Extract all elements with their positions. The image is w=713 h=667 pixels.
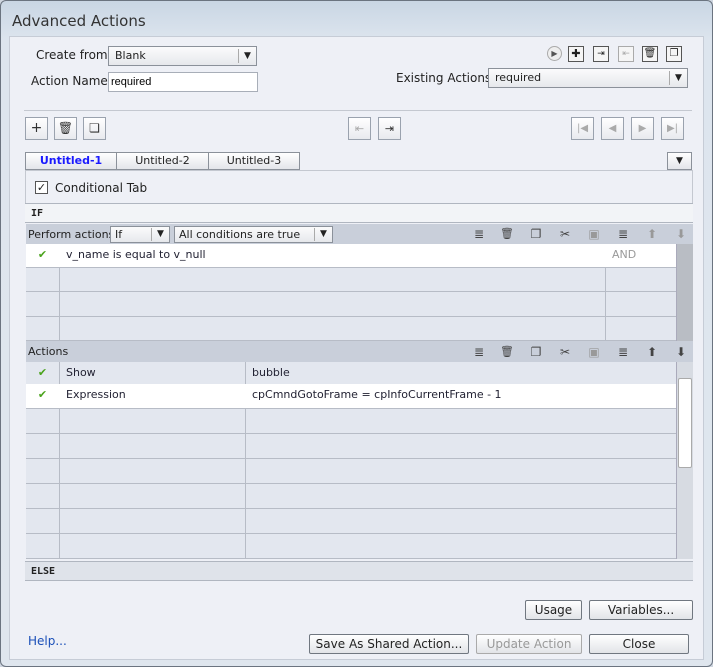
action-name-label: Action Name: [31, 74, 112, 88]
create-from-select[interactable]: Blank ▼ [108, 46, 257, 66]
variables-button[interactable]: Variables... [589, 600, 693, 620]
help-link[interactable]: Help... [28, 634, 67, 648]
update-action-button[interactable]: Update Action [476, 634, 582, 654]
export-action-icon[interactable]: ⇤ [618, 46, 634, 62]
insert-after-icon[interactable]: ≣ [614, 225, 632, 243]
create-from-value: Blank [115, 49, 146, 62]
next-tab-button[interactable]: ▶ [631, 117, 654, 140]
action-name-cell[interactable]: Show [59, 362, 246, 385]
action-name-input[interactable] [108, 72, 258, 92]
prev-tab-button[interactable]: ◀ [601, 117, 624, 140]
import-tab-button[interactable]: ⇥ [378, 117, 401, 140]
delete-condition-icon[interactable]: 🗑 [498, 225, 516, 243]
chevron-down-icon: ▼ [151, 228, 169, 241]
window-title: Advanced Actions [12, 12, 146, 30]
chevron-down-icon: ▼ [238, 49, 256, 63]
insert-action-after-icon[interactable]: ≣ [614, 343, 632, 361]
tabs-menu-button[interactable]: ▼ [667, 152, 692, 170]
conditional-tab-label: Conditional Tab [55, 181, 148, 195]
export-tab-button[interactable]: ⇤ [348, 117, 371, 140]
import-action-icon[interactable]: ⇥ [593, 46, 609, 62]
else-section-header[interactable]: ELSE [25, 561, 693, 581]
separator [24, 110, 692, 111]
actions-scrollbar[interactable] [676, 362, 693, 559]
insert-action-icon[interactable]: ≣ [470, 343, 488, 361]
last-tab-button[interactable]: ▶| [661, 117, 684, 140]
first-tab-button[interactable]: |◀ [571, 117, 594, 140]
perform-actions-label: Perform actions: [28, 228, 118, 241]
action-target-cell[interactable]: bubble [245, 362, 676, 385]
add-tab-button[interactable]: + [25, 117, 48, 140]
move-down-icon[interactable]: ⬇ [672, 225, 690, 243]
chevron-down-icon: ▼ [314, 228, 332, 241]
cut-action-icon[interactable]: ✂ [556, 343, 574, 361]
actions-label: Actions [28, 345, 69, 358]
scrollbar-thumb[interactable] [678, 378, 692, 468]
copy-condition-icon[interactable]: ❐ [527, 225, 545, 243]
condition-operator[interactable]: AND [605, 244, 676, 268]
close-button[interactable]: Close [589, 634, 689, 654]
insert-condition-icon[interactable]: ≣ [470, 225, 488, 243]
paste-condition-icon[interactable]: ▣ [585, 225, 603, 243]
condition-type-select[interactable]: All conditions are true ▼ [174, 226, 333, 243]
check-icon: ✔ [26, 244, 60, 268]
condition-type-value: All conditions are true [179, 228, 301, 241]
check-icon: ✔ [26, 362, 60, 385]
move-action-down-icon[interactable]: ⬇ [672, 343, 690, 361]
delete-action-row-icon[interactable]: 🗑 [498, 343, 516, 361]
if-mode-value: If [115, 228, 123, 241]
save-as-shared-action-button[interactable]: Save As Shared Action... [309, 634, 469, 654]
condition-row[interactable]: v_name is equal to v_null [59, 244, 606, 268]
check-icon: ✔ [26, 384, 60, 409]
existing-actions-label: Existing Actions: [396, 71, 496, 85]
action-target-cell[interactable]: cpCmndGotoFrame = cpInfoCurrentFrame - 1 [245, 384, 676, 409]
usage-button[interactable]: Usage [525, 600, 582, 620]
tab-untitled-2[interactable]: Untitled-2 [116, 152, 209, 170]
delete-action-icon[interactable]: 🗑 [642, 46, 658, 62]
add-action-icon[interactable]: ✚ [568, 46, 584, 62]
move-action-up-icon[interactable]: ⬆ [643, 343, 661, 361]
tab-untitled-1[interactable]: Untitled-1 [25, 152, 117, 170]
create-from-label: Create from: [36, 48, 112, 62]
preview-play-icon[interactable]: ▶ [547, 46, 562, 61]
conditions-scrollbar[interactable] [676, 244, 693, 341]
actions-grid: ✔ Show bubble ✔ Expression cpCmndGotoFra… [26, 362, 676, 559]
existing-actions-value: required [495, 71, 542, 84]
action-name-cell[interactable]: Expression [59, 384, 246, 409]
if-mode-select[interactable]: If ▼ [110, 226, 170, 243]
copy-action-icon[interactable]: ❐ [527, 343, 545, 361]
conditions-grid: ✔ v_name is equal to v_null AND [26, 244, 676, 341]
conditional-tab-checkbox[interactable]: ✓ [35, 181, 48, 194]
tab-untitled-3[interactable]: Untitled-3 [208, 152, 300, 170]
duplicate-action-icon[interactable]: ❐ [666, 46, 682, 62]
if-section-header[interactable]: IF [25, 203, 693, 223]
delete-tab-button[interactable]: 🗑 [54, 117, 77, 140]
move-up-icon[interactable]: ⬆ [643, 225, 661, 243]
paste-action-icon[interactable]: ▣ [585, 343, 603, 361]
duplicate-tab-button[interactable]: ❏ [83, 117, 106, 140]
chevron-down-icon: ▼ [669, 71, 687, 85]
existing-actions-select[interactable]: required ▼ [488, 68, 688, 88]
cut-condition-icon[interactable]: ✂ [556, 225, 574, 243]
